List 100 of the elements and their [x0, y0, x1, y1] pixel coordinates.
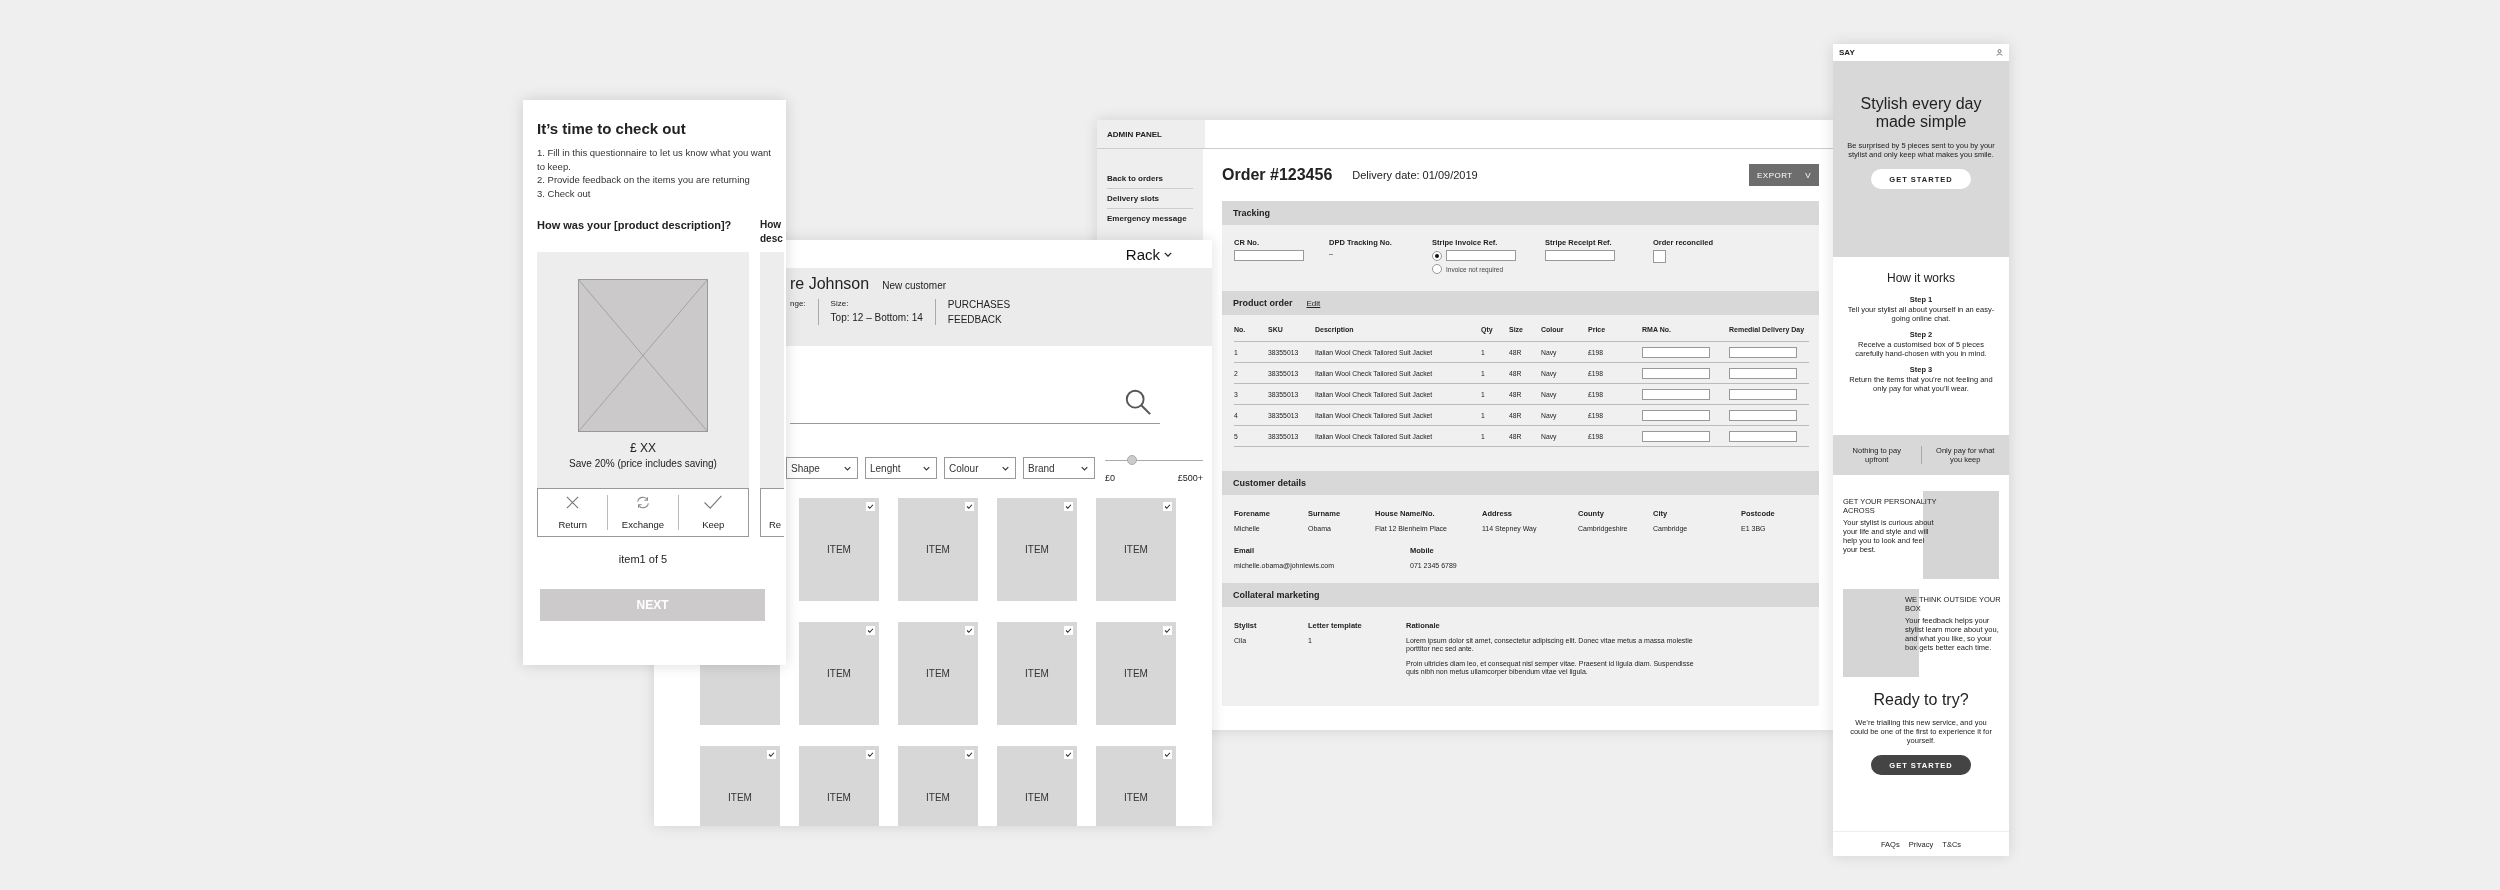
action-button[interactable]: Return — [538, 495, 608, 530]
checkbox[interactable] — [1163, 750, 1172, 759]
checkbox[interactable] — [1653, 250, 1666, 263]
saving-text: Save 20% (price includes saving) — [569, 458, 717, 469]
search-icon[interactable] — [1124, 388, 1152, 416]
pager-text: item1 of 5 — [617, 553, 669, 565]
item-tile[interactable]: ITEM — [898, 746, 978, 826]
filter-dropdown[interactable]: Shape — [786, 457, 858, 479]
input-field[interactable] — [1446, 250, 1516, 261]
item-tile[interactable]: ITEM — [799, 622, 879, 725]
section-header: Tracking — [1222, 201, 1819, 225]
item-label: ITEM — [728, 792, 752, 803]
input-field[interactable] — [1729, 388, 1797, 400]
radio-button[interactable] — [1432, 250, 1442, 261]
refresh-icon — [635, 495, 651, 510]
item-tile[interactable]: ITEM — [1096, 746, 1176, 826]
input-field[interactable] — [1642, 346, 1710, 358]
checkbox[interactable] — [767, 750, 776, 759]
range-max: £500+ — [1177, 473, 1203, 483]
checkout-title: It’s time to check out — [537, 120, 687, 137]
check-icon — [703, 495, 724, 510]
item-tile[interactable]: ITEM — [1096, 622, 1176, 725]
customer-name: re Johnson — [790, 275, 870, 293]
field-label: Size: — [830, 299, 850, 308]
hero-title: Stylish every day made simple — [1859, 95, 1983, 131]
admin-brand: ADMIN PANEL — [1097, 120, 1205, 148]
input-field[interactable] — [1729, 346, 1797, 358]
section-header: Collateral marketing — [1222, 583, 1819, 607]
chevron-down-icon — [844, 465, 851, 471]
action-button[interactable]: Exchange — [607, 495, 678, 530]
item-tile[interactable]: ITEM — [997, 746, 1077, 826]
filter-dropdown[interactable]: Colour — [944, 457, 1016, 479]
input-field[interactable] — [1642, 367, 1710, 379]
checkbox[interactable] — [965, 502, 974, 511]
question-heading: How was your [product description]? — [537, 218, 733, 233]
checkbox[interactable] — [866, 626, 875, 635]
item-label: ITEM — [827, 544, 851, 555]
question-heading: How desc — [760, 218, 784, 246]
item-label: ITEM — [1124, 792, 1148, 803]
checkbox[interactable] — [965, 750, 974, 759]
delivery-date: Delivery date: 01/09/2019 — [1352, 169, 1478, 181]
chevron-down-icon — [923, 465, 930, 471]
edit-link[interactable]: Edit — [1306, 298, 1321, 308]
rack-menu[interactable]: Rack — [1125, 245, 1172, 263]
checkbox[interactable] — [965, 626, 974, 635]
item-tile[interactable]: ITEM — [700, 746, 780, 826]
item-tile[interactable]: ITEM — [898, 622, 978, 725]
checkbox[interactable] — [1064, 750, 1073, 759]
export-button[interactable]: EXPORT V — [1749, 164, 1819, 186]
checkbox[interactable] — [866, 502, 875, 511]
input-field[interactable] — [1234, 250, 1304, 261]
chevron-down-icon — [1002, 465, 1009, 471]
item-tile[interactable]: ITEM — [997, 498, 1077, 601]
customer-type: New customer — [882, 280, 947, 291]
item-label: ITEM — [926, 668, 950, 679]
item-tile[interactable]: ITEM — [997, 622, 1077, 725]
search-field[interactable] — [790, 388, 1160, 424]
sidebar-link[interactable]: Back to orders — [1107, 169, 1193, 189]
item-tile[interactable]: ITEM — [898, 498, 978, 601]
close-icon — [565, 495, 581, 510]
input-field[interactable] — [1642, 409, 1710, 421]
input-field[interactable] — [1642, 388, 1710, 400]
item-tile[interactable]: ITEM — [1096, 498, 1176, 601]
input-field[interactable] — [1729, 430, 1797, 442]
slider-thumb[interactable] — [1127, 455, 1138, 465]
field-label: nge: — [790, 299, 806, 308]
radio-button[interactable] — [1432, 264, 1442, 274]
action-button[interactable]: Keep — [677, 495, 748, 530]
filter-dropdown[interactable]: Lenght — [865, 457, 937, 479]
item-tile[interactable]: ITEM — [799, 746, 879, 826]
section-header: Product order Edit — [1222, 291, 1819, 315]
customer-link[interactable]: PURCHASES — [947, 299, 1011, 310]
item-label: ITEM — [926, 544, 950, 555]
sidebar-link[interactable]: Emergency message — [1107, 209, 1193, 228]
order-title: Order #123456 — [1222, 166, 1333, 184]
sidebar-link[interactable]: Delivery slots — [1107, 189, 1193, 209]
checkbox[interactable] — [1064, 626, 1073, 635]
customer-link[interactable]: FEEDBACK — [947, 314, 1011, 325]
instruction-step: 2. Provide feedback on the items you are returning — [537, 173, 771, 187]
item-label: ITEM — [827, 792, 851, 803]
checkbox[interactable] — [1064, 502, 1073, 511]
item-label: ITEM — [1124, 544, 1148, 555]
chevron-down-icon — [1164, 251, 1172, 257]
section-title: How it works — [1887, 271, 1955, 285]
price: £ XX — [630, 441, 656, 455]
chevron-down-icon — [1081, 465, 1088, 471]
item-tile[interactable]: ITEM — [799, 498, 879, 601]
user-icon[interactable] — [1996, 49, 2003, 56]
checkbox[interactable] — [1163, 626, 1172, 635]
input-field[interactable] — [1729, 409, 1797, 421]
item-label: ITEM — [1025, 544, 1049, 555]
input-field[interactable] — [1545, 250, 1615, 261]
filter-dropdown[interactable]: Brand — [1023, 457, 1095, 479]
section-title: Ready to try? — [1873, 691, 1969, 709]
input-field[interactable] — [1642, 430, 1710, 442]
range-min: £0 — [1105, 473, 1115, 483]
checkbox[interactable] — [866, 750, 875, 759]
checkbox[interactable] — [1163, 502, 1172, 511]
input-field[interactable] — [1729, 367, 1797, 379]
instruction-step: 3. Check out — [537, 186, 771, 200]
